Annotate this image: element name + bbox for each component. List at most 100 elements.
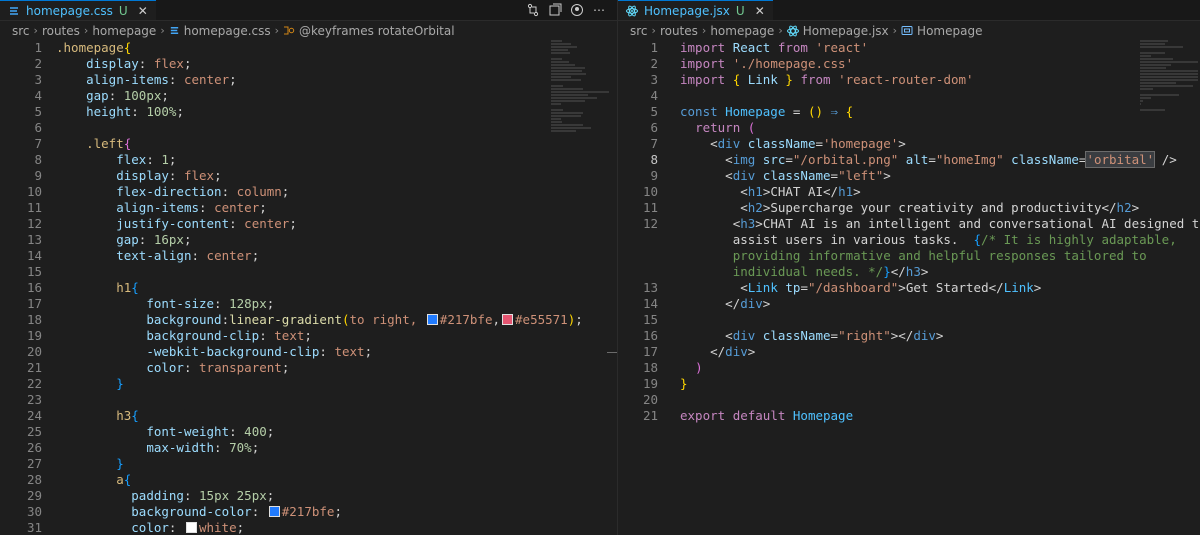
close-icon[interactable]: ✕ <box>138 4 148 18</box>
code-token: 15px 25px <box>199 488 267 503</box>
code-line[interactable]: 5 const Homepage = () ⇒ { <box>618 104 1200 120</box>
breadcrumb-item[interactable]: Homepage.jsx <box>786 24 889 38</box>
code-token: font-weight <box>146 424 230 439</box>
code-line[interactable]: 13 gap: 16px; <box>0 232 617 248</box>
close-icon[interactable]: ✕ <box>755 4 765 18</box>
code-line[interactable]: 1 import React from 'react' <box>618 40 1200 56</box>
code-line[interactable]: 19 background-clip: text; <box>0 328 617 344</box>
minimap[interactable] <box>549 40 609 140</box>
code-line[interactable]: 28 a{ <box>0 472 617 488</box>
code-line[interactable]: 5 height: 100%; <box>0 104 617 120</box>
code-line[interactable]: 2 import './homepage.css' <box>618 56 1200 72</box>
code-line[interactable]: 18 ) <box>618 360 1200 376</box>
code-line[interactable]: 21 color: transparent; <box>0 360 617 376</box>
code-token: #217bfe <box>439 312 493 327</box>
code-token: text <box>274 328 305 343</box>
code-line[interactable]: 25 font-weight: 400; <box>0 424 617 440</box>
code-line[interactable]: providing informative and helpful respon… <box>618 248 1200 264</box>
tab-homepage-css[interactable]: homepage.css U ✕ <box>0 0 156 20</box>
code-line[interactable]: 22 } <box>0 376 617 392</box>
code-token: : <box>138 232 154 247</box>
code-line[interactable]: 30 background-color: #217bfe; <box>0 504 617 520</box>
color-swatch[interactable] <box>502 314 514 325</box>
code-line[interactable]: 23 <box>0 392 617 408</box>
color-swatch[interactable] <box>426 314 438 325</box>
code-line[interactable]: 16 <div className="right"></div> <box>618 328 1200 344</box>
code-line[interactable]: 17 font-size: 128px; <box>0 296 617 312</box>
code-line[interactable]: 9 <div className="left"> <box>618 168 1200 184</box>
code-line[interactable]: 11 align-items: center; <box>0 200 617 216</box>
code-line[interactable]: 7 .left{ <box>0 136 617 152</box>
code-token: h2 <box>1116 200 1132 215</box>
code-line[interactable]: 4 <box>618 88 1200 104</box>
code-line[interactable]: 2 display: flex; <box>0 56 617 72</box>
line-number: 12 <box>642 216 658 231</box>
code-editor-jsx[interactable]: 1 import React from 'react' 2 import './hom… <box>618 40 1200 424</box>
code-line[interactable]: 18 background:linear-gradient(to right, … <box>0 312 617 328</box>
code-token: : <box>138 56 154 71</box>
breadcrumb-item[interactable]: homepage <box>92 24 156 38</box>
line-text: } <box>56 376 124 392</box>
breadcrumb-item[interactable]: homepage.css <box>169 24 271 38</box>
color-swatch[interactable] <box>185 522 197 533</box>
code-line[interactable]: 11 <h2>Supercharge your creativity and p… <box>618 200 1200 216</box>
compare-changes-icon[interactable] <box>525 2 541 18</box>
code-line[interactable]: 1 .homepage{ <box>0 40 617 56</box>
open-preview-icon[interactable] <box>547 2 563 18</box>
code-line[interactable]: 19} <box>618 376 1200 392</box>
code-line[interactable]: 6 return ( <box>618 120 1200 136</box>
code-line[interactable]: 10 flex-direction: column; <box>0 184 617 200</box>
code-line[interactable]: 31 color: white; <box>0 520 617 535</box>
code-token: padding <box>131 488 184 503</box>
code-line[interactable]: 9 display: flex; <box>0 168 617 184</box>
breadcrumb-item[interactable]: src <box>12 24 30 38</box>
code-line[interactable]: 26 max-width: 70%; <box>0 440 617 456</box>
breadcrumb-item[interactable]: routes <box>660 24 698 38</box>
code-token: : <box>259 328 275 343</box>
code-line[interactable]: 16 h1{ <box>0 280 617 296</box>
code-line[interactable]: 12 justify-content: center; <box>0 216 617 232</box>
code-token: : <box>214 440 230 455</box>
breadcrumb-item[interactable]: homepage <box>710 24 774 38</box>
code-line[interactable]: individual needs. */}</h3> <box>618 264 1200 280</box>
code-line[interactable]: 8 flex: 1; <box>0 152 617 168</box>
code-token: 'orbital' <box>1085 151 1156 168</box>
breadcrumb-item[interactable]: routes <box>42 24 80 38</box>
code-line[interactable]: assist users in various tasks. {/* It is… <box>618 232 1200 248</box>
breadcrumb-item[interactable]: Homepage <box>901 24 982 38</box>
code-line[interactable]: 27 } <box>0 456 617 472</box>
source-control-icon[interactable] <box>569 2 585 18</box>
color-swatch[interactable] <box>268 506 280 517</box>
code-line[interactable]: 6 <box>0 120 617 136</box>
code-line[interactable]: 20 <box>618 392 1200 408</box>
code-token: alt <box>905 152 929 167</box>
code-line[interactable]: 4 gap: 100px; <box>0 88 617 104</box>
line-text: <div className="left"> <box>680 168 891 184</box>
code-line[interactable]: 17 </div> <box>618 344 1200 360</box>
tab-homepage-jsx[interactable]: Homepage.jsx U ✕ <box>618 0 773 20</box>
code-editor-css[interactable]: 1 .homepage{2 display: flex; 3 align-items… <box>0 40 617 535</box>
line-number: 30 <box>26 504 42 519</box>
code-line[interactable]: 21 export default Homepage <box>618 408 1200 424</box>
code-token: flex <box>183 168 215 183</box>
breadcrumb-item[interactable]: @keyframes rotateOrbital <box>283 24 455 38</box>
code-token: div <box>732 168 763 183</box>
code-line[interactable]: 15 <box>618 312 1200 328</box>
code-line[interactable]: 3 align-items: center; <box>0 72 617 88</box>
code-line[interactable]: 3 import { Link } from 'react-router-dom' <box>618 72 1200 88</box>
minimap[interactable] <box>1138 40 1198 140</box>
code-line[interactable]: 7 <div className='homepage'> <box>618 136 1200 152</box>
code-line[interactable]: 8 <img src="/orbital.png" alt="homeImg" … <box>618 151 1200 168</box>
code-line[interactable]: 13 <Link tp="/dashboard">Get Started</Li… <box>618 280 1200 296</box>
code-line[interactable]: 20 -webkit-background-clip: text; <box>0 344 617 360</box>
code-line[interactable]: 10 <h1>CHAT AI</h1> <box>618 184 1200 200</box>
breadcrumb-item[interactable]: src <box>630 24 648 38</box>
code-line[interactable]: 14 text-align: center; <box>0 248 617 264</box>
more-actions-icon[interactable]: ⋯ <box>591 2 607 18</box>
code-line[interactable]: 24 h3{ <box>0 408 617 424</box>
code-line[interactable]: 29 padding: 15px 25px; <box>0 488 617 504</box>
sash-handle[interactable] <box>607 352 617 353</box>
code-line[interactable]: 12 <h3>CHAT AI is an intelligent and con… <box>618 216 1200 232</box>
code-line[interactable]: 14 </div> <box>618 296 1200 312</box>
code-line[interactable]: 15 <box>0 264 617 280</box>
